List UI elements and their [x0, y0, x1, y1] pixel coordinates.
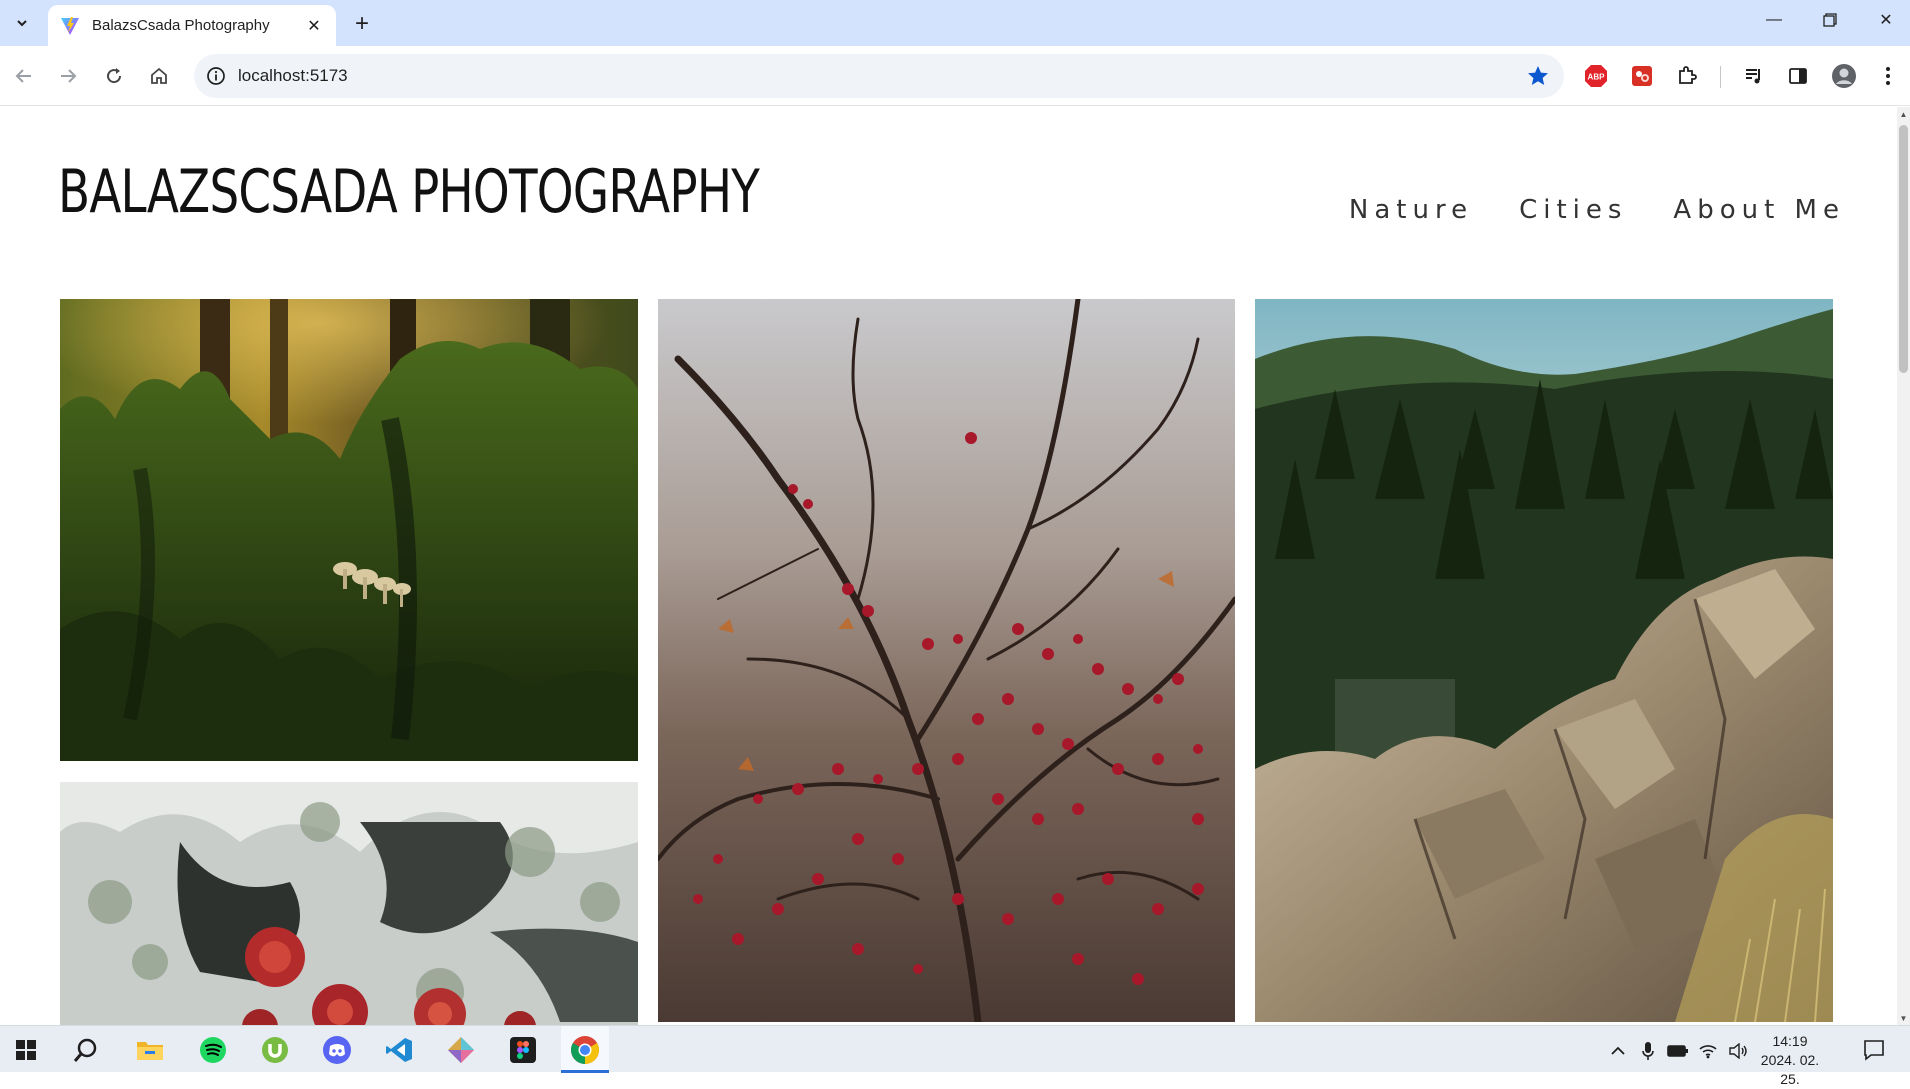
back-icon[interactable]	[8, 60, 40, 92]
windows-taskbar: 14:19 2024. 02. 25.	[0, 1025, 1910, 1087]
spotify-icon[interactable]	[195, 1032, 231, 1068]
chevron-down-icon	[17, 20, 27, 27]
browser-menu-icon[interactable]	[1874, 62, 1902, 90]
extension-red-icon[interactable]	[1628, 62, 1656, 90]
photo-hawthorn-berries[interactable]	[658, 299, 1235, 1022]
nav-link-nature[interactable]: Nature	[1349, 195, 1473, 225]
tab-title: BalazsCsada Photography	[92, 17, 270, 34]
site-navigation: Nature Cities About Me	[1349, 195, 1845, 225]
file-explorer-icon[interactable]	[132, 1032, 168, 1068]
minimize-icon[interactable]: —	[1746, 0, 1802, 40]
photo-lichen-rock[interactable]	[60, 782, 638, 1025]
url-text[interactable]: localhost:5173	[238, 66, 348, 86]
nav-link-cities[interactable]: Cities	[1519, 195, 1627, 225]
home-icon[interactable]	[143, 60, 175, 92]
scroll-down-arrow-icon[interactable]: ▼	[1897, 1011, 1910, 1025]
tab-search-button[interactable]	[8, 9, 36, 37]
volume-icon[interactable]	[1727, 1040, 1749, 1062]
clock-date: 2024. 02. 25.	[1760, 1052, 1820, 1087]
browser-toolbar: localhost:5173 ABP	[0, 46, 1910, 106]
reload-icon[interactable]	[98, 60, 130, 92]
tab-close-icon[interactable]: ✕	[304, 16, 324, 36]
figma-icon[interactable]	[505, 1032, 541, 1068]
new-tab-button[interactable]: +	[348, 10, 376, 38]
wifi-icon[interactable]	[1697, 1040, 1719, 1062]
extensions-puzzle-icon[interactable]	[1673, 62, 1701, 90]
svg-text:ABP: ABP	[1588, 73, 1606, 82]
photo-forest-rocks[interactable]	[1255, 299, 1833, 1022]
adblock-plus-icon[interactable]: ABP	[1582, 62, 1610, 90]
media-control-icon[interactable]	[1740, 62, 1768, 90]
browser-tab-active[interactable]: BalazsCsada Photography ✕	[48, 5, 336, 46]
discord-icon[interactable]	[319, 1032, 355, 1068]
scroll-thumb[interactable]	[1899, 125, 1908, 373]
restore-icon[interactable]	[1802, 0, 1858, 40]
browser-tab-strip: BalazsCsada Photography ✕ + — ✕	[0, 0, 1910, 46]
search-icon[interactable]	[68, 1032, 104, 1068]
vite-favicon-icon	[61, 16, 79, 35]
notification-center-icon[interactable]	[1862, 1038, 1886, 1062]
page-viewport: BALAZSCSADA PHOTOGRAPHY Nature Cities Ab…	[0, 107, 1897, 1025]
forward-icon[interactable]	[52, 60, 84, 92]
chrome-icon[interactable]	[567, 1032, 603, 1068]
site-title[interactable]: BALAZSCSADA PHOTOGRAPHY	[58, 157, 760, 227]
address-bar[interactable]: localhost:5173	[194, 54, 1564, 98]
windows-start-icon[interactable]	[8, 1032, 44, 1068]
site-info-icon[interactable]	[204, 64, 228, 88]
utorrent-icon[interactable]	[257, 1032, 293, 1068]
gitkraken-icon[interactable]	[443, 1032, 479, 1068]
scroll-up-arrow-icon[interactable]: ▲	[1897, 107, 1910, 121]
profile-avatar-icon[interactable]	[1830, 62, 1858, 90]
clock-time: 14:19	[1772, 1033, 1808, 1049]
vscode-icon[interactable]	[381, 1032, 417, 1068]
system-clock[interactable]: 14:19 2024. 02. 25.	[1752, 1032, 1828, 1089]
nav-link-about-me[interactable]: About Me	[1673, 195, 1845, 225]
window-close-icon[interactable]: ✕	[1858, 0, 1910, 40]
side-panel-icon[interactable]	[1784, 62, 1812, 90]
microphone-icon[interactable]	[1637, 1040, 1659, 1062]
toolbar-divider	[1720, 66, 1721, 88]
tray-overflow-chevron-icon[interactable]	[1607, 1040, 1629, 1062]
battery-icon[interactable]	[1667, 1040, 1689, 1062]
photo-moss-stump[interactable]	[60, 299, 638, 761]
bookmark-star-icon[interactable]	[1526, 64, 1550, 88]
page-scrollbar[interactable]: ▲ ▼	[1897, 107, 1910, 1025]
